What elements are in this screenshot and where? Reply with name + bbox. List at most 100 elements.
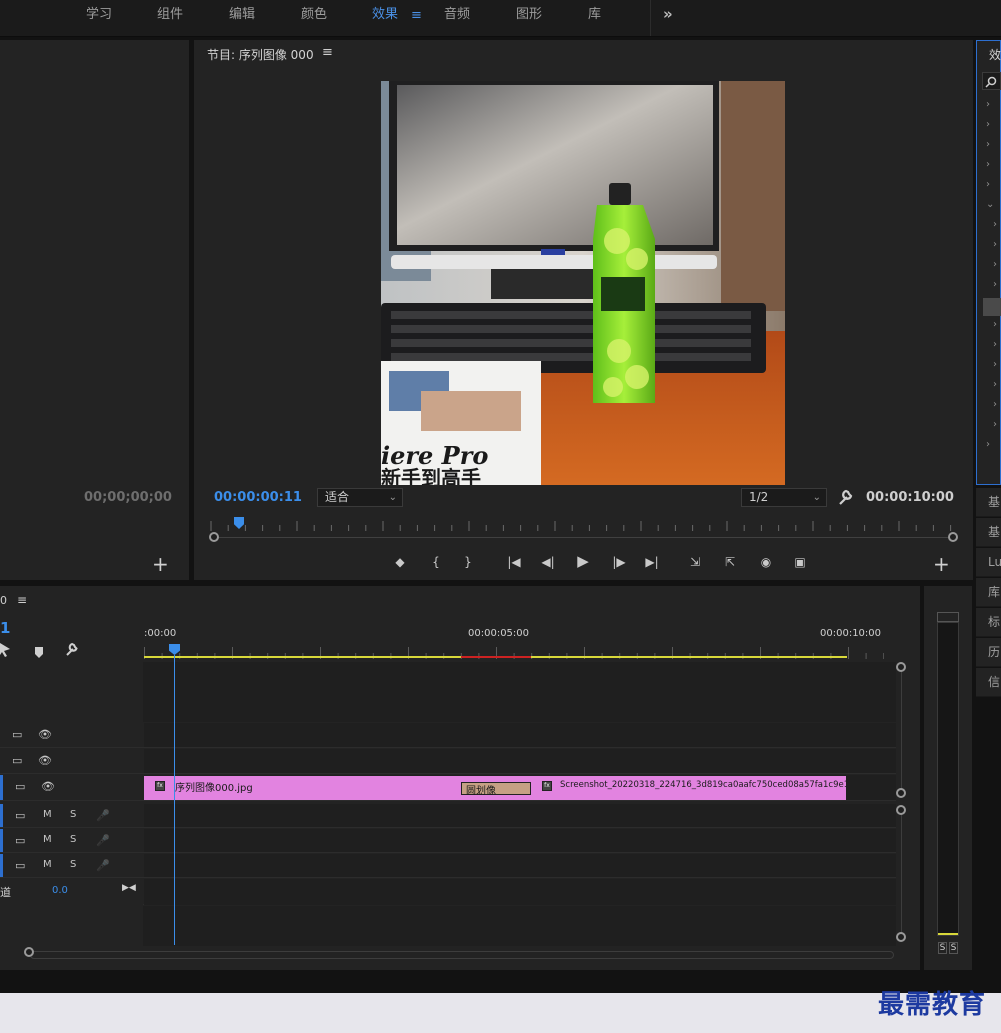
timeline-menu-icon[interactable]: ≡ bbox=[17, 593, 27, 607]
effects-tree-chevron-icon[interactable]: › bbox=[993, 419, 997, 430]
effects-tree-chevron-icon[interactable]: › bbox=[993, 259, 997, 270]
workspace-tab-editing[interactable]: 编辑 bbox=[229, 0, 255, 30]
export-frame-camera-icon[interactable]: ◉ bbox=[756, 552, 776, 572]
toggle-sync-lock-icon[interactable]: ▭ bbox=[15, 859, 25, 872]
tab-markers[interactable]: 标 bbox=[976, 608, 1001, 637]
source-timecode[interactable]: 00;00;00;00 bbox=[84, 490, 172, 505]
effects-tree-chevron-icon[interactable]: › bbox=[993, 339, 997, 350]
toggle-sync-lock-icon[interactable]: ▭ bbox=[12, 754, 22, 767]
tab-lumetri[interactable]: Lu bbox=[976, 548, 1001, 577]
solo-track-button[interactable]: S bbox=[70, 834, 76, 845]
effects-tree-chevron-icon[interactable]: › bbox=[993, 219, 997, 230]
video-vscroll-top[interactable] bbox=[896, 662, 906, 672]
marker-icon[interactable] bbox=[34, 644, 44, 658]
program-video-frame[interactable]: iere Pro 新手到高手 bbox=[381, 81, 785, 485]
effects-tree-chevron-icon[interactable]: › bbox=[993, 359, 997, 370]
effects-selected-row[interactable] bbox=[983, 298, 1001, 316]
program-current-timecode[interactable]: 00:00:00:11 bbox=[214, 490, 302, 505]
toggle-visibility-eye-icon[interactable]: 👁 bbox=[38, 754, 52, 767]
master-volume-value[interactable]: 0.0 bbox=[52, 885, 68, 896]
toggle-sync-lock-icon[interactable]: ▭ bbox=[15, 809, 25, 822]
effects-search-input[interactable] bbox=[982, 72, 1001, 90]
workspace-tab-learn[interactable]: 学习 bbox=[86, 0, 112, 30]
more-workspaces-icon[interactable]: » bbox=[663, 5, 673, 23]
go-to-next-edit-icon[interactable]: ▶◀ bbox=[122, 883, 136, 893]
add-button[interactable]: + bbox=[933, 552, 950, 576]
tab-info[interactable]: 信 bbox=[976, 668, 1001, 697]
effects-tree-chevron-icon[interactable]: › bbox=[986, 119, 990, 130]
zoom-handle-right[interactable] bbox=[948, 532, 958, 542]
effects-tree-chevron-icon[interactable]: › bbox=[993, 399, 997, 410]
audio-vscroll-top[interactable] bbox=[896, 805, 906, 815]
transition-circle-wipe[interactable]: 圆划像 bbox=[461, 782, 531, 797]
solo-left-button[interactable]: S bbox=[938, 942, 947, 954]
effects-tree-chevron-icon[interactable]: › bbox=[993, 239, 997, 250]
video-vscroll-bottom[interactable] bbox=[896, 788, 906, 798]
zoom-handle-left[interactable] bbox=[209, 532, 219, 542]
toggle-sync-lock-icon[interactable]: ▭ bbox=[15, 780, 25, 793]
track-body[interactable] bbox=[144, 854, 896, 877]
mute-track-button[interactable]: M bbox=[43, 859, 52, 870]
solo-track-button[interactable]: S bbox=[70, 809, 76, 820]
step-forward-button[interactable]: |▶ bbox=[609, 552, 629, 572]
workspace-tab-assembly[interactable]: 组件 bbox=[157, 0, 183, 30]
extract-button[interactable]: ⇱ bbox=[720, 552, 740, 572]
program-title[interactable]: 节目: 序列图像 000 bbox=[207, 46, 314, 63]
mute-track-button[interactable]: M bbox=[43, 809, 52, 820]
toggle-sync-lock-icon[interactable]: ▭ bbox=[12, 728, 22, 741]
tab-basic-sound[interactable]: 基 bbox=[976, 488, 1001, 517]
program-menu-icon[interactable]: ≡ bbox=[322, 45, 333, 60]
tab-basic-graphics[interactable]: 基 bbox=[976, 518, 1001, 547]
timeline-hscroll-handle[interactable] bbox=[24, 947, 34, 957]
audio-vscroll-bottom[interactable] bbox=[896, 932, 906, 942]
solo-right-button[interactable]: S bbox=[949, 942, 958, 954]
toggle-sync-lock-icon[interactable]: ▭ bbox=[15, 834, 25, 847]
play-button[interactable]: ▶ bbox=[573, 551, 593, 571]
timeline-ruler[interactable] bbox=[144, 644, 885, 659]
lift-button[interactable]: ⇲ bbox=[685, 552, 705, 572]
mark-out-button[interactable]: } bbox=[458, 552, 478, 572]
wrench-icon[interactable] bbox=[838, 488, 854, 506]
track-body[interactable] bbox=[144, 804, 896, 827]
workspace-menu-icon[interactable]: ≡ bbox=[411, 8, 422, 23]
timeline-timecode[interactable]: 1 bbox=[0, 619, 10, 637]
solo-track-button[interactable]: S bbox=[70, 859, 76, 870]
effects-tree-chevron-icon[interactable]: › bbox=[993, 279, 997, 290]
workspace-tab-graphics[interactable]: 图形 bbox=[516, 0, 542, 30]
voice-over-mic-icon[interactable]: 🎤 bbox=[96, 859, 110, 872]
mark-in-button[interactable]: { bbox=[426, 552, 446, 572]
effects-tree-chevron-icon[interactable]: › bbox=[993, 379, 997, 390]
workspace-tab-audio[interactable]: 音频 bbox=[444, 0, 470, 30]
go-to-in-button[interactable]: |◀ bbox=[504, 552, 524, 572]
program-scrub-ruler[interactable] bbox=[207, 518, 969, 531]
comparison-view-button[interactable]: ▣ bbox=[790, 552, 810, 572]
step-back-button[interactable]: ◀| bbox=[538, 552, 558, 572]
add-button[interactable]: + bbox=[152, 552, 169, 576]
sequence-tab-label[interactable]: 0 bbox=[0, 594, 7, 607]
tab-libraries[interactable]: 库 bbox=[976, 578, 1001, 607]
voice-over-mic-icon[interactable]: 🎤 bbox=[96, 834, 110, 847]
timeline-hscroll-track[interactable] bbox=[30, 951, 894, 959]
effects-tree-chevron-icon[interactable]: › bbox=[986, 179, 990, 190]
resolution-select[interactable]: 1/2 ⌄ bbox=[741, 488, 827, 507]
workspace-tab-effects[interactable]: 效果 bbox=[372, 0, 398, 30]
wrench-icon[interactable] bbox=[65, 642, 80, 657]
toggle-visibility-eye-icon[interactable]: 👁 bbox=[41, 780, 55, 793]
effects-tab-label[interactable]: 效 bbox=[989, 46, 1001, 63]
effects-tree-chevron-icon[interactable]: › bbox=[986, 139, 990, 150]
effects-tree-chevron-icon[interactable]: ⌄ bbox=[986, 199, 994, 210]
toggle-visibility-eye-icon[interactable]: 👁 bbox=[38, 728, 52, 741]
tab-history[interactable]: 历 bbox=[976, 638, 1001, 667]
track-body[interactable] bbox=[144, 829, 896, 852]
workspace-tab-color[interactable]: 颜色 bbox=[301, 0, 327, 30]
voice-over-mic-icon[interactable]: 🎤 bbox=[96, 809, 110, 822]
go-to-out-button[interactable]: ▶| bbox=[642, 552, 662, 572]
mute-track-button[interactable]: M bbox=[43, 834, 52, 845]
workspace-tab-libraries[interactable]: 库 bbox=[588, 0, 601, 30]
track-body[interactable] bbox=[144, 749, 896, 773]
effects-tree-chevron-icon[interactable]: › bbox=[986, 439, 990, 450]
snap-icon[interactable] bbox=[0, 642, 14, 657]
add-marker-button[interactable]: ◆ bbox=[390, 552, 410, 572]
fit-zoom-select[interactable]: 适合 ⌄ bbox=[317, 488, 403, 507]
effects-tree-chevron-icon[interactable]: › bbox=[986, 99, 990, 110]
